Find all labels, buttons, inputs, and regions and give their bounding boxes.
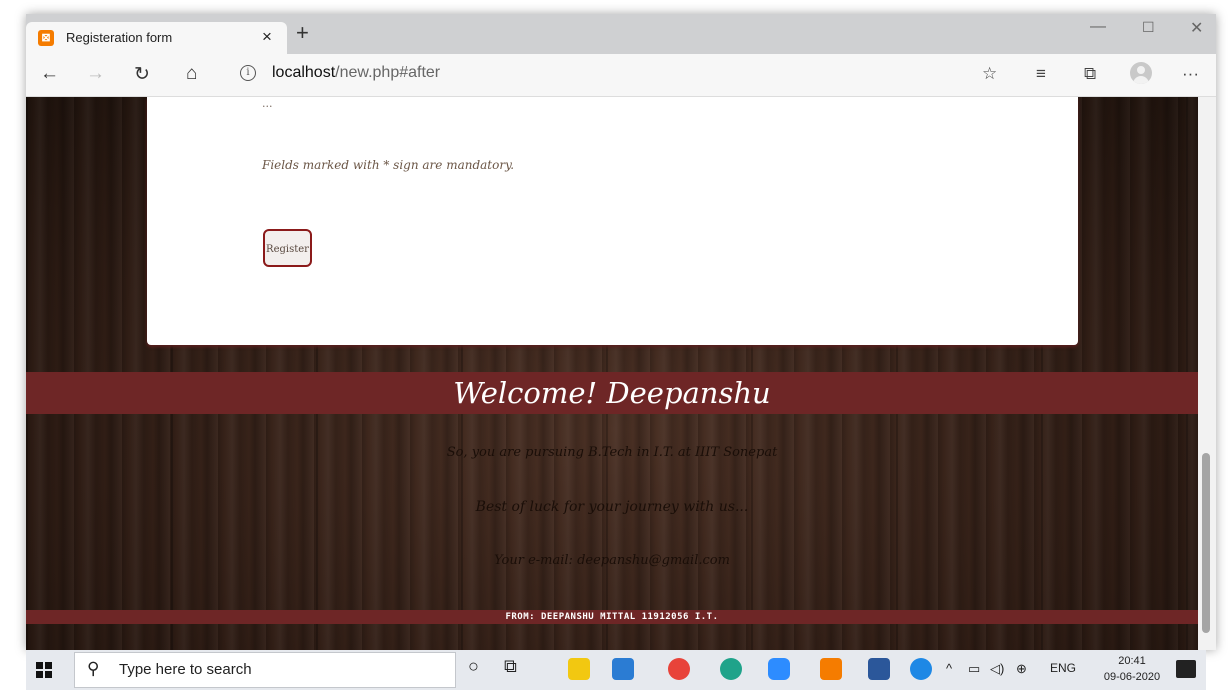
zoom-icon[interactable] [768, 658, 790, 680]
xampp-icon: ⊠ [38, 30, 54, 46]
clock-date: 09-06-2020 [1103, 671, 1161, 683]
url-host: localhost [272, 64, 336, 81]
home-button[interactable]: ⌂ [186, 63, 197, 85]
minimize-button[interactable]: — [1090, 18, 1106, 36]
maximize-button[interactable]: ☐ [1142, 19, 1155, 36]
vertical-scrollbar[interactable] [1198, 97, 1216, 650]
tray-chevron-icon[interactable]: ^ [946, 661, 952, 676]
file-explorer-icon[interactable] [568, 658, 590, 680]
windows-start-icon[interactable] [36, 662, 52, 678]
search-placeholder: Type here to search [119, 661, 252, 678]
back-button[interactable]: ← [40, 63, 59, 85]
registration-card: ... Fields marked with * sign are mandat… [147, 97, 1078, 345]
taskbar-search-box[interactable]: ⚲ Type here to search [74, 652, 456, 688]
network-icon[interactable]: ⊕ [1016, 661, 1027, 677]
word-icon[interactable] [868, 658, 890, 680]
edge-icon[interactable] [720, 658, 742, 680]
wish-text: Best of luck for your journey with us... [475, 499, 749, 515]
browser-tab[interactable]: ⊠ Registeration form × [26, 22, 287, 54]
taskbar: ⚲ Type here to search ○ ⧉ ^ ▭ ◁) ⊕ ENG 2… [26, 650, 1206, 690]
info-icon[interactable]: i [240, 65, 256, 81]
battery-icon[interactable]: ▭ [968, 661, 980, 677]
welcome-banner: Welcome! Deepanshu [26, 372, 1198, 414]
url-path: /new.php#after [335, 64, 441, 81]
course-text: So, you are pursuing B.Tech in I.T. at I… [446, 445, 778, 460]
scrollbar-thumb[interactable] [1202, 453, 1210, 633]
clock-time: 20:41 [1118, 655, 1146, 667]
search-icon: ⚲ [87, 659, 100, 678]
clock[interactable]: 20:41 09-06-2020 [1102, 653, 1162, 685]
close-tab-button[interactable]: × [262, 27, 272, 47]
browser-toolbar: ← → ↻ ⌂ i localhost/new.php#after ☆ ≡ ⧉ … [26, 54, 1216, 97]
profile-avatar[interactable] [1130, 62, 1152, 84]
vscode-icon[interactable] [612, 658, 634, 680]
email-text: Your e-mail: deepanshu@gmail.com [494, 553, 730, 568]
forward-button[interactable]: → [86, 63, 105, 85]
footer-banner: FROM: DEEPANSHU MITTAL 11912056 I.T. [26, 610, 1198, 624]
tab-bar: ⊠ Registeration form × + — ☐ ✕ [26, 14, 1216, 54]
refresh-button[interactable]: ↻ [134, 63, 150, 86]
tab-title: Registeration form [66, 30, 173, 45]
task-view-icon[interactable]: ⧉ [504, 656, 517, 677]
more-menu-icon[interactable]: ··· [1182, 64, 1199, 84]
volume-icon[interactable]: ◁) [990, 661, 1004, 677]
mandatory-note: Fields marked with * sign are mandatory. [262, 158, 515, 172]
page-content: ... Fields marked with * sign are mandat… [26, 97, 1198, 650]
collections-icon[interactable]: ⧉ [1084, 64, 1096, 84]
favorite-star-icon[interactable]: ☆ [982, 64, 997, 84]
notification-icon[interactable] [1176, 660, 1196, 678]
xampp-taskbar-icon[interactable] [820, 658, 842, 680]
close-window-button[interactable]: ✕ [1190, 18, 1203, 38]
language-indicator[interactable]: ENG [1050, 661, 1076, 675]
cortana-icon[interactable]: ○ [468, 656, 479, 677]
chrome-icon[interactable] [668, 658, 690, 680]
favorites-list-icon[interactable]: ≡ [1036, 64, 1046, 84]
cut-off-text: ... [262, 97, 273, 110]
help-icon[interactable] [910, 658, 932, 680]
welcome-heading: Welcome! Deepanshu [453, 376, 771, 410]
address-bar[interactable]: localhost/new.php#after [272, 64, 440, 82]
browser-window: ⊠ Registeration form × + — ☐ ✕ ← → ↻ ⌂ i… [26, 14, 1216, 650]
register-button[interactable]: Register [263, 229, 312, 267]
footer-text: FROM: DEEPANSHU MITTAL 11912056 I.T. [505, 612, 719, 622]
new-tab-button[interactable]: + [296, 20, 309, 46]
